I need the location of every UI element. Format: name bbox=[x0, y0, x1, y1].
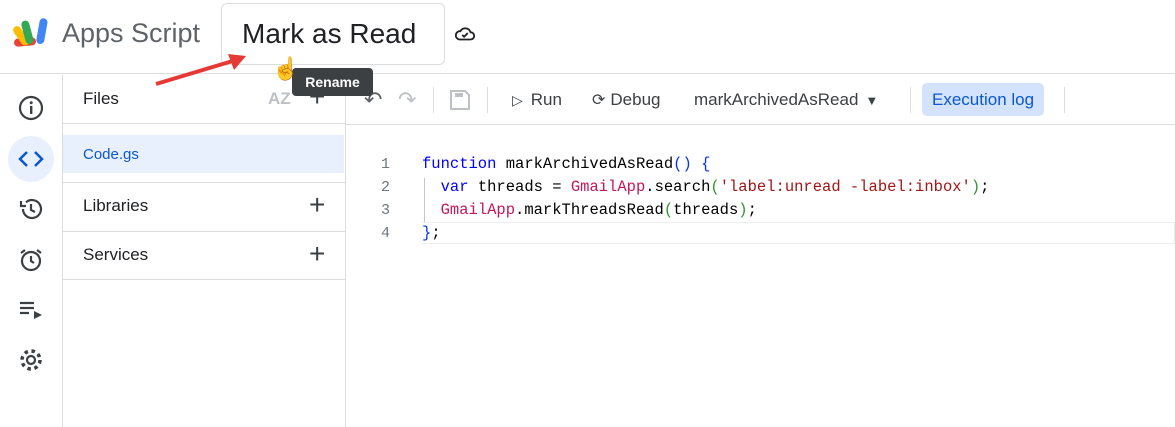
code-line: function markArchivedAsRead() { bbox=[422, 155, 710, 173]
cloud-saved-icon bbox=[454, 27, 476, 41]
current-line-highlight bbox=[422, 222, 1175, 244]
code-line: GmailApp.markThreadsRead(threads); bbox=[422, 201, 757, 219]
line-number: 4 bbox=[380, 225, 390, 242]
sort-files-button[interactable]: AZ bbox=[268, 89, 291, 109]
play-icon: ▷ bbox=[512, 91, 523, 108]
code-line: }; bbox=[422, 224, 441, 242]
run-button[interactable]: ▷ Run bbox=[512, 75, 562, 125]
executions-icon[interactable] bbox=[8, 287, 54, 333]
execution-log-button[interactable]: Execution log bbox=[922, 83, 1045, 116]
apps-script-logo bbox=[13, 18, 48, 47]
line-number: 1 bbox=[380, 156, 390, 173]
file-item-code-gs[interactable]: Code.gs bbox=[63, 135, 344, 173]
files-heading: Files bbox=[83, 89, 119, 108]
code-editor[interactable]: 1 2 3 4 function markArchivedAsRead() { var … bbox=[346, 126, 1175, 427]
code-token: function bbox=[422, 155, 497, 173]
code-token: ( bbox=[663, 201, 674, 219]
code-token: ; bbox=[980, 178, 990, 196]
code-token: ; bbox=[431, 224, 441, 242]
code-line: var threads = GmailApp.search('label:unr… bbox=[422, 178, 990, 196]
code-token: threads = bbox=[468, 178, 571, 196]
libraries-heading: Libraries bbox=[83, 196, 149, 215]
rename-tooltip: Rename bbox=[292, 68, 373, 96]
code-token: } bbox=[422, 224, 432, 242]
hand-cursor-icon: ☝ bbox=[272, 56, 300, 81]
code-token: () bbox=[673, 155, 692, 173]
code-token: .search bbox=[645, 178, 711, 196]
redo-icon[interactable]: ↷ bbox=[398, 75, 416, 125]
function-select[interactable]: markArchivedAsRead ▼ bbox=[694, 75, 878, 125]
editor-icon[interactable] bbox=[8, 136, 54, 182]
app-name: Apps Script bbox=[62, 18, 201, 48]
code-token: ) bbox=[970, 178, 981, 196]
debug-button[interactable]: ⟳ Debug bbox=[592, 75, 661, 125]
save-icon[interactable] bbox=[448, 88, 472, 112]
code-token: .markThreadsRead bbox=[515, 201, 664, 219]
project-title-button[interactable]: Mark as Read bbox=[221, 3, 445, 65]
line-number: 3 bbox=[380, 202, 390, 219]
code-token: ( bbox=[710, 178, 720, 196]
code-token: threads bbox=[673, 201, 739, 219]
left-rail bbox=[0, 75, 63, 427]
code-token: ) bbox=[738, 201, 748, 219]
editor-toolbar: ↶ ↷ ▷ Run ⟳ Debug markArchivedAsRead ▼ Exec… bbox=[346, 75, 1175, 125]
code-token: var bbox=[440, 178, 469, 196]
line-number: 2 bbox=[380, 179, 390, 196]
files-sidebar: Files AZ + Code.gs Libraries + Services … bbox=[63, 75, 346, 427]
add-library-icon[interactable]: + bbox=[309, 191, 325, 219]
add-service-icon[interactable]: + bbox=[309, 240, 325, 268]
code-token: GmailApp bbox=[440, 201, 516, 219]
dropdown-arrow-icon: ▼ bbox=[865, 92, 879, 108]
services-heading: Services bbox=[83, 245, 149, 264]
debug-icon: ⟳ bbox=[592, 92, 606, 109]
settings-gear-icon[interactable] bbox=[8, 337, 54, 383]
overview-icon[interactable] bbox=[8, 85, 54, 131]
code-token: ; bbox=[747, 201, 757, 219]
code-token: markArchivedAsRead bbox=[496, 155, 674, 173]
code-token: 'label:unread -label:inbox' bbox=[719, 178, 971, 196]
code-token: { bbox=[701, 155, 711, 173]
code-token: GmailApp bbox=[570, 178, 646, 196]
history-icon[interactable] bbox=[8, 186, 54, 232]
triggers-alarm-icon[interactable] bbox=[8, 237, 54, 283]
